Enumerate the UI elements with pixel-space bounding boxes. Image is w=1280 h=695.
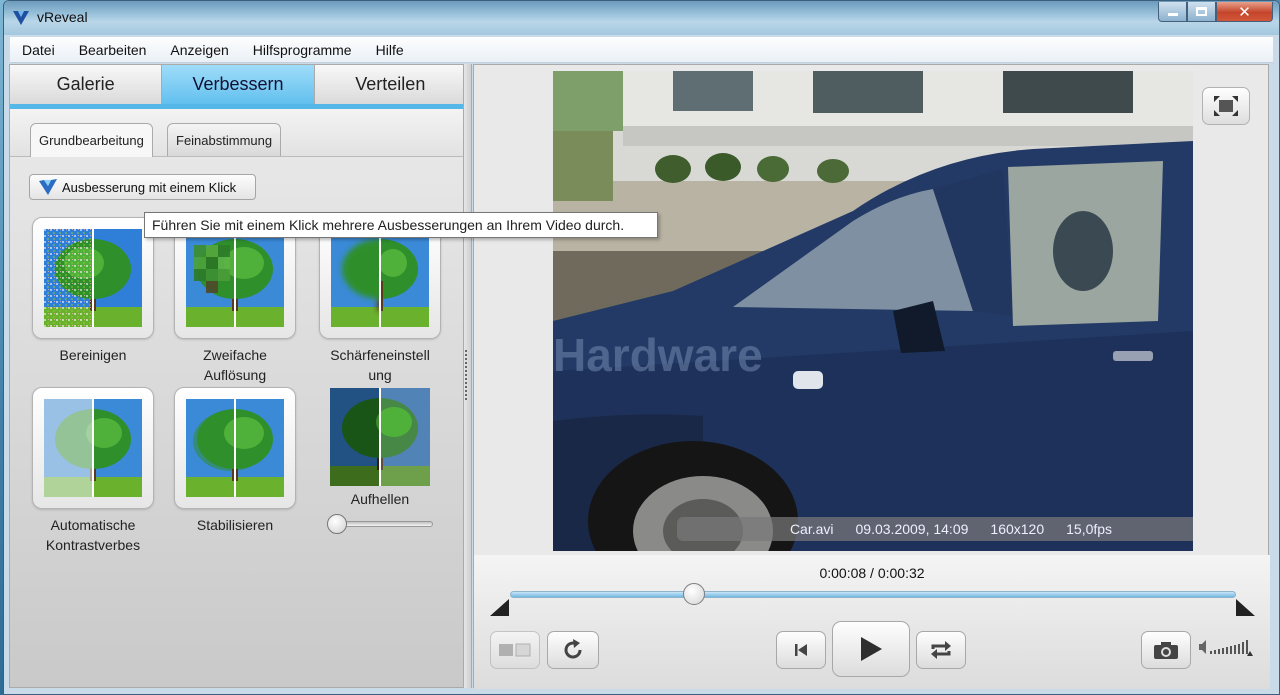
brighten-thumbnail[interactable] [319, 387, 441, 487]
loop-icon [931, 641, 951, 659]
splitter-grip[interactable] [465, 350, 469, 400]
video-framerate: 15,0fps [1066, 521, 1113, 537]
play-icon [861, 637, 882, 661]
maximize-icon [1196, 7, 1207, 16]
brighten-label: Aufhellen [350, 491, 410, 507]
tool-double-resolution[interactable]: Zweifache Auflösung [174, 217, 296, 385]
tool-clean[interactable]: Bereinigen [32, 217, 154, 365]
skip-back-icon [795, 644, 807, 656]
fullscreen-button[interactable] [1202, 87, 1250, 125]
preview-panel: Hardware Car.avi 09.03.2009, 14:09 160x1… [473, 64, 1270, 689]
tab-verteilen[interactable]: Verteilen [314, 65, 466, 104]
speaker-icon [1199, 640, 1206, 654]
video-resolution: 160x120 [990, 521, 1045, 537]
camera-icon [1154, 642, 1178, 659]
volume-control[interactable] [1198, 636, 1254, 658]
video-date: 09.03.2009, 14:09 [855, 521, 969, 537]
auto-contrast-thumbnail[interactable] [32, 387, 154, 509]
playback-controls: 0:00:08 / 0:00:32 [474, 555, 1270, 689]
menu-bearbeiten[interactable]: Bearbeiten [67, 42, 159, 58]
close-button[interactable]: ✕ [1216, 2, 1273, 22]
rotate-icon [564, 639, 582, 659]
menu-hilfsprogramme[interactable]: Hilfsprogramme [241, 42, 364, 58]
time-display: 0:00:08 / 0:00:32 [819, 565, 925, 581]
vreveal-logo-icon [13, 11, 29, 25]
menu-datei[interactable]: Datei [10, 42, 67, 58]
tree-split-icon [186, 229, 284, 327]
video-info-bar: Car.avi 09.03.2009, 14:09 160x120 15,0fp… [677, 517, 1193, 541]
one-click-fix-label: Ausbesserung mit einem Klick [62, 179, 237, 195]
tool-stabilize[interactable]: Stabilisieren [174, 387, 296, 535]
tab-verbessern[interactable]: Verbessern [162, 65, 315, 104]
loop-button[interactable] [916, 631, 966, 669]
stabilize-thumbnail[interactable] [174, 387, 296, 509]
compare-view-button[interactable] [490, 631, 540, 669]
video-frame: Hardware [553, 71, 1193, 551]
double-resolution-label: Zweifache Auflösung [203, 347, 267, 383]
video-filename: Car.avi [789, 521, 834, 537]
svg-text:Hardware: Hardware [553, 329, 763, 381]
tab-feinabstimmung[interactable]: Feinabstimmung [167, 123, 282, 156]
tree-split-icon [330, 388, 430, 486]
seek-bar[interactable] [510, 591, 1236, 598]
tab-galerie[interactable]: Galerie [10, 65, 163, 104]
main-tabs: Galerie Verbessern Verteilen [10, 65, 466, 109]
tool-auto-contrast[interactable]: Automatische Kontrastverbes [32, 387, 154, 555]
one-click-fix-button[interactable]: Ausbesserung mit einem Klick [29, 174, 256, 200]
menu-hilfe[interactable]: Hilfe [364, 42, 416, 58]
auto-contrast-label: Automatische Kontrastverbes [45, 517, 141, 553]
snapshot-button[interactable] [1141, 631, 1191, 669]
tools-panel: Galerie Verbessern Verteilen Grundbearbe… [9, 64, 466, 688]
sub-tabs: Grundbearbeitung Feinabstimmung [10, 109, 466, 157]
tree-split-icon [44, 399, 142, 497]
tree-split-icon [186, 399, 284, 497]
seek-start-marker[interactable] [490, 599, 509, 616]
video-preview[interactable]: Hardware Car.avi 09.03.2009, 14:09 160x1… [553, 71, 1193, 551]
split-view-icon [499, 643, 531, 657]
seek-end-marker[interactable] [1236, 599, 1255, 616]
fullscreen-icon [1214, 96, 1238, 116]
sharpen-label: Schärfeneinstell ung [330, 347, 430, 383]
close-icon: ✕ [1238, 3, 1251, 21]
tab-grundbearbeitung[interactable]: Grundbearbeitung [30, 123, 153, 157]
tool-brighten[interactable]: Aufhellen [319, 387, 441, 507]
minimize-icon [1167, 13, 1178, 16]
title-bar[interactable]: vReveal ✕ [4, 1, 1279, 35]
stabilize-label: Stabilisieren [196, 517, 274, 533]
minimize-button[interactable] [1158, 2, 1187, 22]
previous-frame-button[interactable] [776, 631, 826, 669]
menu-anzeigen[interactable]: Anzeigen [158, 42, 240, 58]
clean-thumbnail[interactable] [32, 217, 154, 339]
tree-split-icon [44, 229, 142, 327]
rotate-button[interactable] [547, 631, 599, 669]
brighten-slider-knob[interactable] [327, 514, 347, 534]
seek-knob[interactable] [682, 583, 705, 605]
one-click-tooltip: Führen Sie mit einem Klick mehrere Ausbe… [144, 212, 658, 238]
tool-sharpen[interactable]: Schärfeneinstell ung [319, 217, 441, 385]
maximize-button[interactable] [1187, 2, 1216, 22]
tree-split-icon [331, 229, 429, 327]
play-button[interactable] [832, 621, 910, 677]
clean-label: Bereinigen [59, 347, 127, 363]
vreveal-check-icon [39, 179, 57, 195]
menu-bar: Datei Bearbeiten Anzeigen Hilfsprogramme… [10, 37, 1273, 63]
window-title: vReveal [37, 9, 88, 25]
